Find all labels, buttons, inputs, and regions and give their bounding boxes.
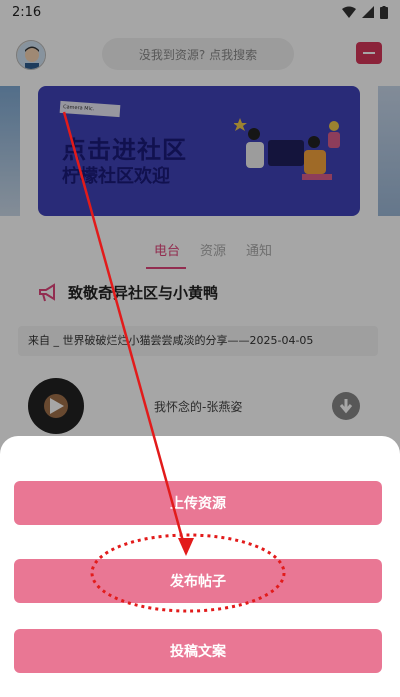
submit-copy-button[interactable]: 投稿文案	[14, 629, 382, 673]
publish-post-button[interactable]: 发布帖子	[14, 559, 382, 603]
upload-resource-button[interactable]: 上传资源	[14, 481, 382, 525]
upload-resource-label: 上传资源	[170, 496, 226, 512]
action-sheet: 上传资源 发布帖子 投稿文案	[0, 436, 400, 697]
publish-post-label: 发布帖子	[170, 574, 226, 590]
submit-copy-label: 投稿文案	[170, 644, 226, 660]
